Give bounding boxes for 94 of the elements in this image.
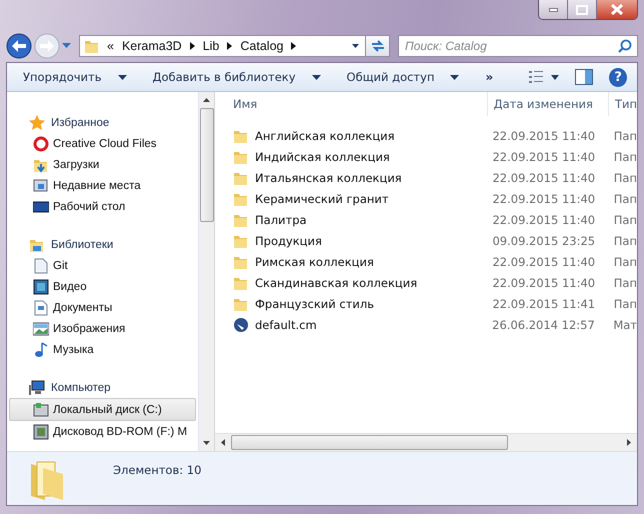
chevron-icon[interactable] xyxy=(291,42,296,50)
item-icon xyxy=(33,278,49,294)
date-cell-text: 26.06.2014 12:57 xyxy=(491,316,596,334)
navigation-item[interactable]: Видео xyxy=(9,276,198,297)
navigation-item[interactable]: Документы xyxy=(9,297,198,318)
item-icon xyxy=(33,178,49,194)
breadcrumb[interactable]: Lib xyxy=(202,39,220,53)
file-name[interactable]: default.cm xyxy=(215,314,486,335)
view-options-icon[interactable] xyxy=(529,70,560,84)
navigation-item[interactable]: Дисковод BD-ROM (F:) M xyxy=(9,421,198,442)
type-cell-text: Мат xyxy=(612,316,637,334)
breadcrumb[interactable]: Kerama3D xyxy=(122,39,182,53)
scroll-up-icon[interactable] xyxy=(203,98,210,102)
date-cell-text: 09.09.2015 23:25 xyxy=(491,232,596,250)
type-cell-text: Пап xyxy=(612,254,637,270)
maximize-button[interactable] xyxy=(568,0,597,19)
navigation-item[interactable]: Рабочий стол xyxy=(9,196,198,217)
horizontal-scrollbar[interactable] xyxy=(215,433,637,451)
address-bar[interactable]: « Kerama3D Lib Catalog xyxy=(79,35,366,57)
dropdown-caret-icon[interactable] xyxy=(352,44,359,48)
toolbar-button[interactable]: Общий доступ xyxy=(340,66,466,88)
navigation-group[interactable]: Библиотеки xyxy=(7,234,198,255)
scroll-right-icon[interactable] xyxy=(627,439,631,446)
type-cell-text: Пап xyxy=(612,128,637,144)
chevron-icon[interactable] xyxy=(190,42,195,50)
group-icon xyxy=(29,380,45,396)
preview-pane-icon[interactable] xyxy=(575,69,594,85)
type-cell-text: Пап xyxy=(612,190,637,208)
navigation-group[interactable]: Компьютер xyxy=(7,377,198,398)
type-cell-text: Пап xyxy=(612,148,637,166)
file-icon xyxy=(233,316,249,332)
close-icon xyxy=(611,4,623,15)
item-icon xyxy=(33,402,49,418)
file-name[interactable]: Палитра xyxy=(215,209,486,230)
date-cell-text: 22.09.2015 11:40 xyxy=(491,148,596,166)
date-cell-text: 22.09.2015 11:40 xyxy=(491,274,596,292)
search-field[interactable]: Поиск: Catalog xyxy=(398,35,638,57)
navigation-item[interactable]: Git xyxy=(9,255,198,276)
date-cell-text: 22.09.2015 11:40 xyxy=(491,170,596,186)
item-icon xyxy=(33,424,49,440)
date-cell-text: 22.09.2015 11:40 xyxy=(491,128,596,144)
file-name[interactable]: Скандинавская коллекция xyxy=(215,272,486,293)
column-header[interactable]: Тип xyxy=(608,92,637,116)
column-header[interactable]: Имя xyxy=(215,92,487,116)
file-name[interactable]: Английская коллекция xyxy=(215,125,486,146)
item-icon xyxy=(33,198,49,214)
date-cell-text: 22.09.2015 11:41 xyxy=(491,296,596,312)
type-cell-text: Пап xyxy=(612,170,637,186)
search-icon xyxy=(618,39,632,53)
toolbar-button[interactable]: Добавить в библиотеку xyxy=(146,66,327,88)
navigation-item[interactable]: Загрузки xyxy=(9,154,198,175)
maximize-icon xyxy=(576,4,588,14)
refresh-button[interactable] xyxy=(366,35,390,57)
breadcrumb[interactable]: Catalog xyxy=(240,39,284,53)
group-icon xyxy=(29,114,45,130)
date-cell-text: 22.09.2015 11:40 xyxy=(491,212,596,228)
vertical-scrollbar[interactable] xyxy=(199,92,215,451)
overflow-chevron[interactable]: « xyxy=(107,39,114,53)
item-icon xyxy=(33,342,49,358)
file-name[interactable]: Римская коллекция xyxy=(215,251,486,272)
type-cell-text: Пап xyxy=(612,274,637,292)
file-name[interactable]: Французский стиль xyxy=(215,293,486,314)
folder-icon xyxy=(84,38,99,54)
close-button[interactable] xyxy=(597,0,637,19)
type-cell-text: Пап xyxy=(612,296,637,312)
navigation-item[interactable]: Изображения xyxy=(9,318,198,339)
back-icon[interactable] xyxy=(6,33,32,59)
date-cell-text: 22.09.2015 11:40 xyxy=(491,254,596,270)
more-button[interactable]: » xyxy=(479,66,500,88)
navigation-item[interactable]: Локальный диск (C:) xyxy=(9,398,196,421)
type-cell-text: Пап xyxy=(612,232,637,250)
type-cell-text: Пап xyxy=(612,212,637,228)
navigation-group[interactable]: Избранное xyxy=(7,112,198,133)
file-name[interactable]: Керамический гранит xyxy=(215,188,486,209)
item-icon xyxy=(33,136,49,152)
item-icon xyxy=(33,258,49,274)
minimize-button[interactable] xyxy=(539,0,568,19)
date-cell-text: 22.09.2015 11:40 xyxy=(491,190,596,208)
navigation-item[interactable]: Музыка xyxy=(9,339,198,360)
column-header[interactable]: Дата изменения xyxy=(486,92,608,116)
help-button[interactable]: ? xyxy=(609,68,627,86)
chevron-icon[interactable] xyxy=(227,42,232,50)
navigation-item[interactable]: Creative Cloud Files xyxy=(9,133,198,154)
toolbar-button[interactable]: Упорядочить xyxy=(17,66,133,88)
navigation-item[interactable]: Недавние места xyxy=(9,175,198,196)
scroll-down-icon[interactable] xyxy=(203,441,210,445)
scroll-left-icon[interactable] xyxy=(221,439,225,446)
file-name[interactable]: Итальянская коллекция xyxy=(215,167,486,188)
item-count: Элементов: 10 xyxy=(113,463,202,477)
minimize-icon xyxy=(548,8,558,12)
item-icon xyxy=(33,300,49,316)
file-name[interactable]: Продукция xyxy=(215,230,486,251)
item-icon xyxy=(33,320,49,336)
file-name[interactable]: Индийская коллекция xyxy=(215,146,486,167)
